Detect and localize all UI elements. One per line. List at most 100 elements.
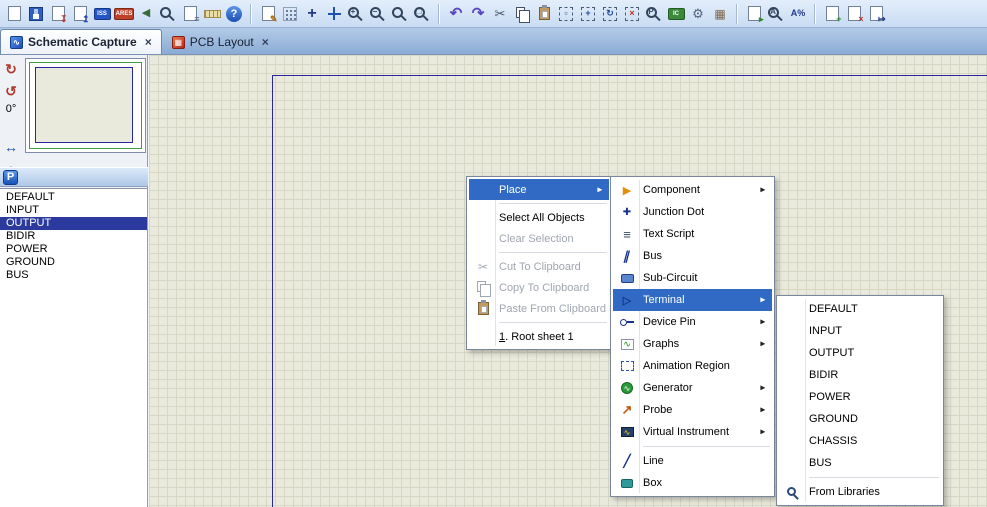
place-menu-item-junction-dot[interactable]: Junction Dot [613, 201, 772, 223]
terminal-menu-item-chassis[interactable]: CHASSIS [779, 430, 941, 452]
save-icon[interactable] [25, 3, 47, 25]
terminal-menu-item-output[interactable]: OUTPUT [779, 342, 941, 364]
packaging-tool-icon[interactable]: ⚙ [687, 3, 709, 25]
document-icon[interactable]: ≡ [179, 3, 201, 25]
menu-item-label: Device Pin [643, 316, 696, 328]
property-assignment-icon[interactable]: A% [787, 3, 809, 25]
tab-bar: Schematic Capture PCB Layout [0, 28, 987, 55]
place-menu-item-device-pin[interactable]: Device Pin [613, 311, 772, 333]
pick-device-icon[interactable]: P [643, 3, 665, 25]
design-explorer-icon[interactable]: ▸ [743, 3, 765, 25]
redraw-icon[interactable]: ✎ [257, 3, 279, 25]
copy-icon[interactable] [511, 3, 533, 25]
zoom-in-icon[interactable]: + [345, 3, 367, 25]
search-icon[interactable] [157, 3, 179, 25]
terminal-menu-item-power[interactable]: POWER [779, 386, 941, 408]
pick-devices-button[interactable]: P [3, 169, 18, 185]
place-menu-item-line[interactable]: Line [613, 450, 772, 472]
cut-icon[interactable]: ✂ [489, 3, 511, 25]
block-move-icon[interactable]: + [577, 3, 599, 25]
menu-item-label: Terminal [643, 294, 685, 306]
menu-item-label: Component [643, 184, 700, 196]
tab-pcb-layout[interactable]: PCB Layout [162, 29, 279, 54]
object-list-item-ground[interactable]: GROUND [0, 256, 147, 269]
place-menu-item-generator[interactable]: Generator [613, 377, 772, 399]
zoom-all-icon[interactable] [389, 3, 411, 25]
terminal-menu-item-bidir[interactable]: BIDIR [779, 364, 941, 386]
object-list-item-power[interactable]: POWER [0, 243, 147, 256]
context-menu-item-select-all-objects[interactable]: Select All Objects [469, 207, 609, 228]
grid-toggle-icon[interactable] [279, 3, 301, 25]
terminal-icon [616, 289, 638, 311]
context-menu-item-root-sheet-1[interactable]: 1. Root sheet 1 [469, 326, 609, 347]
object-list-item-bidir[interactable]: BIDIR [0, 230, 147, 243]
object-list-item-input[interactable]: INPUT [0, 204, 147, 217]
help-icon[interactable]: ? [223, 3, 245, 25]
schematic-capture-module-icon[interactable]: ISS [91, 3, 113, 25]
zoom-out-icon[interactable]: − [367, 3, 389, 25]
tab-schematic-capture[interactable]: Schematic Capture [0, 29, 162, 54]
remove-sheet-icon[interactable]: × [843, 3, 865, 25]
place-menu-item-virtual-instrument[interactable]: Virtual Instrument [613, 421, 772, 443]
menu-item-label: Cut To Clipboard [499, 260, 581, 273]
redo-icon[interactable]: ↷ [467, 3, 489, 25]
search-tag-icon[interactable]: A [765, 3, 787, 25]
context-menu-item-paste-from-clipboard[interactable]: Paste From Clipboard [469, 298, 609, 319]
object-list-item-output[interactable]: OUTPUT [0, 217, 147, 230]
place-menu-item-bus[interactable]: Bus [613, 245, 772, 267]
pan-icon[interactable] [323, 3, 345, 25]
menu-item-label: From Libraries [809, 486, 880, 498]
make-device-icon[interactable]: IC [665, 3, 687, 25]
object-list-item-bus[interactable]: BUS [0, 269, 147, 282]
terminal-menu-item-bus[interactable]: BUS [779, 452, 941, 474]
menu-item-label: Line [643, 455, 664, 467]
object-list-item-default[interactable]: DEFAULT [0, 191, 147, 204]
terminal-menu-item-input[interactable]: INPUT [779, 320, 941, 342]
overview-panel[interactable] [25, 58, 146, 153]
context-menu-item-clear-selection[interactable]: Clear Selection [469, 228, 609, 249]
menu-item-label: Graphs [643, 338, 680, 350]
context-menu-item-cut-to-clipboard[interactable]: Cut To Clipboard [469, 256, 609, 277]
block-delete-icon[interactable]: × [621, 3, 643, 25]
rotate-clockwise-icon[interactable] [1, 59, 21, 79]
origin-icon[interactable]: + [301, 3, 323, 25]
place-menu-item-sub-circuit[interactable]: Sub-Circuit [613, 267, 772, 289]
undo-icon[interactable]: ↶ [445, 3, 467, 25]
menu-item-label: Probe [643, 404, 673, 416]
block-rotate-icon[interactable]: ↻ [599, 3, 621, 25]
place-menu-item-animation-region[interactable]: Animation Region [613, 355, 772, 377]
place-menu-item-text-script[interactable]: Text Script [613, 223, 772, 245]
mirror-horizontal-icon[interactable] [1, 137, 21, 157]
place-menu-item-graphs[interactable]: Graphs [613, 333, 772, 355]
goto-sheet-icon[interactable]: ↦ [865, 3, 887, 25]
place-menu-item-box[interactable]: Box [613, 472, 772, 494]
block-copy-icon[interactable]: ▫ [555, 3, 577, 25]
menu-separator [499, 252, 607, 253]
speaker-icon[interactable]: ◀ [135, 3, 157, 25]
tab-close-icon[interactable] [145, 35, 152, 49]
rotate-anticlockwise-icon[interactable] [1, 81, 21, 101]
new-sheet-icon[interactable]: + [821, 3, 843, 25]
export-section-icon[interactable]: ↥ [69, 3, 91, 25]
decompose-icon[interactable]: ▦ [709, 3, 731, 25]
context-menu-item-copy-to-clipboard[interactable]: Copy To Clipboard [469, 277, 609, 298]
pcb-layout-module-icon[interactable]: ARES [113, 3, 135, 25]
terminal-menu-item-ground[interactable]: GROUND [779, 408, 941, 430]
import-section-icon[interactable]: ↧ [47, 3, 69, 25]
zoom-area-icon[interactable]: □ [411, 3, 433, 25]
menu-item-label: BUS [809, 457, 832, 469]
new-file-icon[interactable] [3, 3, 25, 25]
terminal-menu-item-from-libraries[interactable]: From Libraries [779, 481, 941, 503]
tab-label: Schematic Capture [28, 35, 137, 49]
tab-close-icon[interactable] [262, 35, 269, 49]
menu-separator [643, 446, 770, 447]
place-menu-item-terminal[interactable]: Terminal [613, 289, 772, 311]
ruler-icon[interactable] [201, 3, 223, 25]
place-menu-item-probe[interactable]: Probe [613, 399, 772, 421]
context-menu-item-place[interactable]: Place [469, 179, 609, 200]
paste-icon[interactable] [533, 3, 555, 25]
terminal-menu-item-default[interactable]: DEFAULT [779, 298, 941, 320]
toolbar-separator [250, 3, 252, 24]
virtual-instrument-icon [616, 421, 638, 443]
place-menu-item-component[interactable]: Component [613, 179, 772, 201]
